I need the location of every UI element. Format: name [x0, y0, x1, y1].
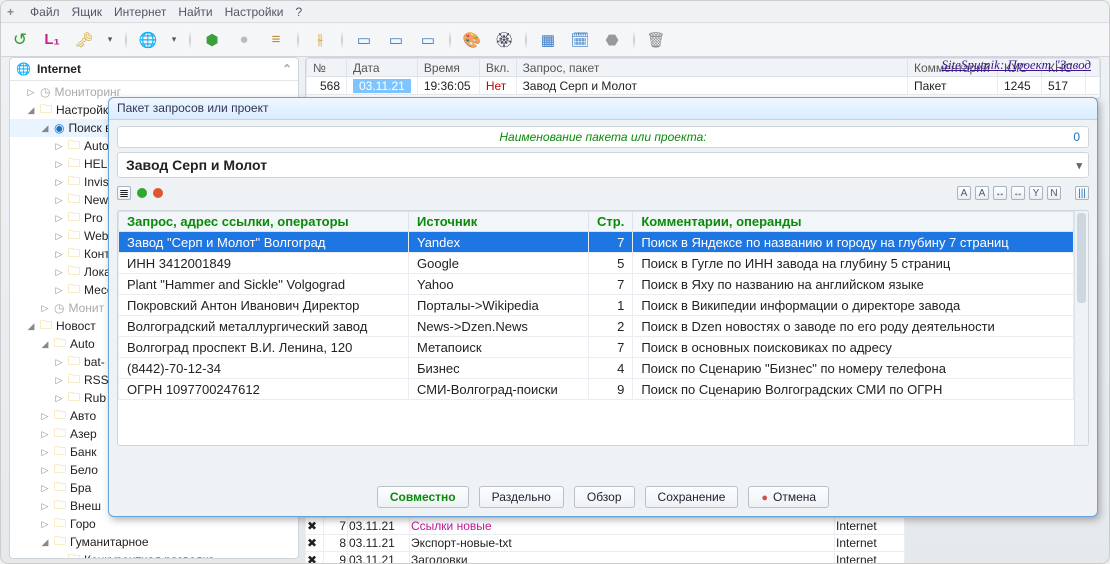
window-1-icon[interactable]: ▭ — [351, 27, 377, 53]
project-dialog: Пакет запросов или проект Наименование п… — [108, 97, 1098, 517]
lower-row[interactable]: ✖803.11.21Экспорт-новые-txtInternet — [306, 535, 905, 552]
cancel-button[interactable]: Отмена — [748, 486, 829, 508]
menu-file[interactable]: Файл — [30, 5, 60, 19]
query-row[interactable]: (8442)-70-12-34Бизнес4Поиск по Сценарию … — [119, 358, 1074, 379]
save-button[interactable]: Сохранение — [645, 486, 739, 508]
dialog-title: Пакет запросов или проект — [109, 98, 1097, 120]
format-toolbar: A A ↔ ↔ Y N ||| — [957, 186, 1089, 200]
menu-find[interactable]: Найти — [178, 5, 212, 19]
n-icon[interactable]: N — [1047, 186, 1061, 200]
site-banner[interactable]: SiteSputnik: Проект "Завод — [941, 57, 1091, 73]
list-mode-icon[interactable]: ≣ — [117, 186, 131, 200]
grid-icon[interactable]: ▦ — [535, 27, 561, 53]
query-row[interactable]: Покровский Антон Иванович ДиректорПортал… — [119, 295, 1074, 316]
palette-icon[interactable]: 🎨 — [459, 27, 485, 53]
refresh-icon[interactable]: ↺ — [7, 27, 33, 53]
lower-row[interactable]: ✖703.11.21Ссылки новыеInternet — [306, 518, 905, 535]
col-date[interactable]: Дата — [347, 59, 418, 77]
dialog-zero: 0 — [1073, 130, 1080, 144]
menu-help[interactable]: ? — [295, 5, 302, 19]
menu-settings[interactable]: Настройки — [225, 5, 284, 19]
dropdown-2-icon[interactable]: ▾ — [167, 27, 181, 53]
trash-icon[interactable]: 🗑 — [643, 27, 669, 53]
col-query[interactable]: Запрос, пакет — [516, 59, 907, 77]
tree-struct-icon[interactable]: ⫳ — [307, 27, 333, 53]
grid-scrollbar[interactable] — [1074, 211, 1088, 445]
joint-button[interactable]: Совместно — [377, 486, 469, 508]
l1-icon[interactable]: L₁ — [39, 27, 65, 53]
col-time[interactable]: Время — [417, 59, 479, 77]
col-query[interactable]: Запрос, адрес ссылки, операторы — [119, 212, 409, 232]
toolbar: ↺ L₁ 🗝 ▾ 🌐 ▾ ⬢ ● ≡ ⫳ ▭ ▭ ▭ 🎨 🏵 ▦ 🗓 ⬣ 🗑 — [1, 23, 1109, 57]
menu-internet[interactable]: Интернет — [114, 5, 166, 19]
separate-button[interactable]: Раздельно — [479, 486, 564, 508]
red-dot-icon[interactable] — [153, 188, 163, 198]
dialog-name-label: Наименование пакета или проекта: 0 — [117, 126, 1089, 148]
columns-icon[interactable]: ||| — [1075, 186, 1089, 200]
tree-item[interactable]: 🗀Конкурентная разведка — [10, 551, 298, 559]
hex-icon[interactable]: ⬣ — [599, 27, 625, 53]
globe-icon: 🌐 — [16, 62, 31, 76]
view-button[interactable]: Обзор — [574, 486, 635, 508]
cubes-icon[interactable]: ⬢ — [199, 27, 225, 53]
queries-grid: Запрос, адрес ссылки, операторы Источник… — [117, 210, 1089, 446]
y-icon[interactable]: Y — [1029, 186, 1043, 200]
menu-box[interactable]: Ящик — [72, 5, 103, 19]
sphere-icon[interactable]: ● — [231, 27, 257, 53]
menubar: + Файл Ящик Интернет Найти Настройки ? — [1, 1, 1109, 23]
window-3-icon[interactable]: ▭ — [415, 27, 441, 53]
color-wheel-icon[interactable]: 🏵 — [491, 27, 517, 53]
col-on[interactable]: Вкл. — [479, 59, 516, 77]
menu-plus[interactable]: + — [7, 5, 14, 19]
query-row[interactable]: ИНН 3412001849Google5Поиск в Гугле по ИН… — [119, 253, 1074, 274]
query-row[interactable]: ОГРН 1097700247612СМИ-Волгоград-поиски9П… — [119, 379, 1074, 400]
col-comment[interactable]: Комментарии, операнды — [633, 212, 1074, 232]
tree-item[interactable]: ◢🗀Гуманитарное — [10, 533, 298, 551]
col-pages[interactable]: Стр. — [589, 212, 633, 232]
list-icon[interactable]: ≡ — [263, 27, 289, 53]
hsize-icon[interactable]: ↔ — [993, 186, 1007, 200]
project-name-input[interactable]: Завод Серп и Молот ▾ — [117, 152, 1089, 178]
font-a-icon[interactable]: A — [957, 186, 971, 200]
font-a2-icon[interactable]: A — [975, 186, 989, 200]
query-row[interactable]: Волгоград проспект В.И. Ленина, 120Метап… — [119, 337, 1074, 358]
query-row[interactable]: Завод "Серп и Молот" ВолгоградYandex7Пои… — [119, 232, 1074, 253]
green-dot-icon[interactable] — [137, 188, 147, 198]
dropdown-1-icon[interactable]: ▾ — [103, 27, 117, 53]
top-grid-row[interactable]: 568 03.11.21 19:36:05 Нет Завод Серп и М… — [307, 77, 1100, 95]
tree-root-label[interactable]: Internet — [37, 62, 81, 76]
query-row[interactable]: Plant "Hammer and Sickle" VolgogradYahoo… — [119, 274, 1074, 295]
key-icon[interactable]: 🗝 — [71, 27, 97, 53]
calendar-icon[interactable]: 🗓 — [567, 27, 593, 53]
lower-row[interactable]: ✖903.11.21ЗаголовкиInternet — [306, 552, 905, 564]
chevron-down-icon[interactable]: ▾ — [1076, 159, 1082, 172]
globe-icon[interactable]: 🌐 — [135, 27, 161, 53]
col-source[interactable]: Источник — [409, 212, 589, 232]
scroll-up-icon[interactable]: ⌃ — [282, 62, 292, 76]
query-row[interactable]: Волгоградский металлургический заводNews… — [119, 316, 1074, 337]
window-2-icon[interactable]: ▭ — [383, 27, 409, 53]
hsize2-icon[interactable]: ↔ — [1011, 186, 1025, 200]
tree-item[interactable]: ▷🗀Горо — [10, 515, 298, 533]
col-num[interactable]: № — [307, 59, 347, 77]
